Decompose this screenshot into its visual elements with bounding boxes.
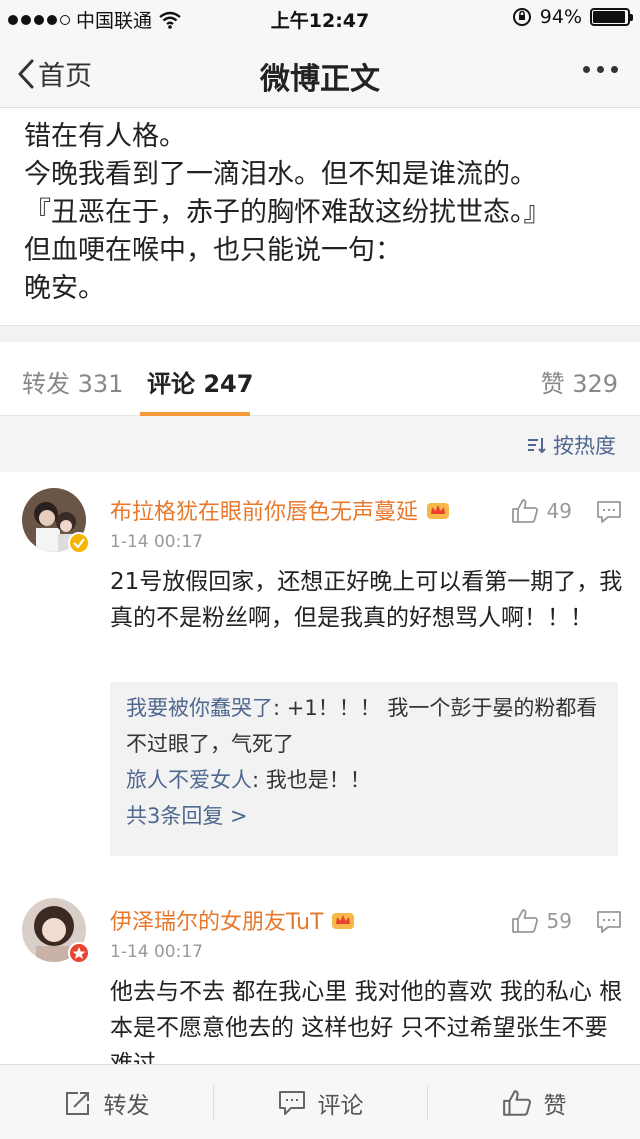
comment-time: 1-14 00:17 (110, 532, 203, 552)
comment-button[interactable]: 评论 (214, 1065, 427, 1139)
comment-like-button[interactable]: 49 (511, 498, 572, 524)
tab-likes[interactable]: 赞 329 (541, 364, 618, 399)
comment-label: 评论 (317, 1092, 364, 1119)
repost-button[interactable]: 转发 (0, 1065, 213, 1139)
comment-time: 1-14 00:17 (110, 942, 203, 962)
more-options-button[interactable] (583, 66, 618, 73)
post-line: 错在有人格。 (24, 121, 186, 152)
thumbs-up-icon (511, 499, 538, 523)
reply-comment-icon[interactable] (596, 910, 622, 934)
interaction-tabs: 转发 331 评论 247 赞 329 (0, 342, 640, 416)
page-title: 微博正文 (260, 62, 380, 97)
comment-like-button[interactable]: 59 (511, 908, 572, 934)
thumbs-up-icon (511, 909, 538, 933)
repost-icon (65, 1091, 89, 1115)
navigation-bar: 首页 微博正文 (0, 36, 640, 108)
verified-badge-icon (68, 532, 90, 554)
thumbs-up-icon (502, 1089, 531, 1116)
post-line: 但血哽在喉中，也只能说一句： (24, 235, 402, 266)
battery-percent: 94% (539, 6, 582, 28)
more-dot-icon (611, 66, 618, 73)
post-content: 错在有人格。 今晚我看到了一滴泪水。但不知是谁流的。 『丑恶在于，赤子的胸怀难敌… (0, 108, 640, 326)
comment-username[interactable]: 布拉格犹在眼前你唇色无声蔓延 (110, 494, 450, 526)
crown-badge-icon (332, 913, 355, 929)
sort-bar: 按热度 (0, 416, 640, 472)
like-label: 赞 (543, 1092, 567, 1119)
status-bar: 中国联通 上午12:47 94% (0, 0, 640, 36)
post-line: 今晚我看到了一滴泪水。但不知是谁流的。 (24, 159, 537, 190)
more-dot-icon (597, 66, 604, 73)
like-button[interactable]: 赞 (428, 1065, 640, 1139)
reply-text: : 我也是！！ (252, 768, 371, 792)
battery-icon (590, 8, 633, 26)
sort-by-hot-button[interactable]: 按热度 (527, 430, 616, 460)
repost-label: 转发 (103, 1092, 150, 1119)
comment-item: 伊泽瑞尔的女朋友TuT 1-14 00:17 59 他去与不去 都在我心里 我对… (0, 880, 640, 1064)
comment-like-count: 59 (546, 909, 572, 933)
comment-text: 21号放假回家，还想正好晚上可以看第一期了，我真的不是粉丝啊，但是我真的好想骂人… (110, 569, 623, 631)
more-dot-icon (583, 66, 590, 73)
crown-badge-icon (427, 503, 450, 519)
tab-repost[interactable]: 转发 331 (22, 364, 123, 399)
reply-preview-box[interactable]: 我要被你蠢哭了: +1！！！ 我一个彭于晏的粉都看不过眼了，气死了 旅人不爱女人… (110, 682, 618, 856)
comment-item: 布拉格犹在眼前你唇色无声蔓延 1-14 00:17 49 21号放假回家，还想正… (0, 472, 640, 872)
rotation-lock-icon (512, 8, 531, 26)
bottom-action-bar: 转发 评论 赞 (0, 1064, 640, 1139)
comment-list: 布拉格犹在眼前你唇色无声蔓延 1-14 00:17 49 21号放假回家，还想正… (0, 472, 640, 1064)
comment-icon (278, 1090, 305, 1115)
comment-text: 他去与不去 都在我心里 我对他的喜欢 我的私心 根本是不愿意他去的 这样也好 只… (110, 979, 623, 1064)
view-all-replies-link[interactable]: 共3条回复 > (126, 798, 602, 834)
sort-label: 按热度 (553, 434, 616, 458)
reply-item: 旅人不爱女人: 我也是！！ (126, 762, 602, 798)
sort-icon (528, 438, 546, 454)
comment-like-count: 49 (546, 499, 572, 523)
verified-badge-icon (68, 942, 90, 964)
comment-username[interactable]: 伊泽瑞尔的女朋友TuT (110, 904, 355, 936)
battery-info: 94% (512, 6, 633, 28)
tab-comments[interactable]: 评论 247 (147, 364, 253, 399)
reply-item: 我要被你蠢哭了: +1！！！ 我一个彭于晏的粉都看不过眼了，气死了 (126, 690, 602, 762)
reply-username[interactable]: 我要被你蠢哭了 (126, 696, 273, 720)
post-line: 『丑恶在于，赤子的胸怀难敌这纷扰世态。』 (24, 197, 551, 228)
post-line: 晚安。 (24, 273, 105, 304)
reply-username[interactable]: 旅人不爱女人 (126, 768, 252, 792)
reply-comment-icon[interactable] (596, 500, 622, 524)
